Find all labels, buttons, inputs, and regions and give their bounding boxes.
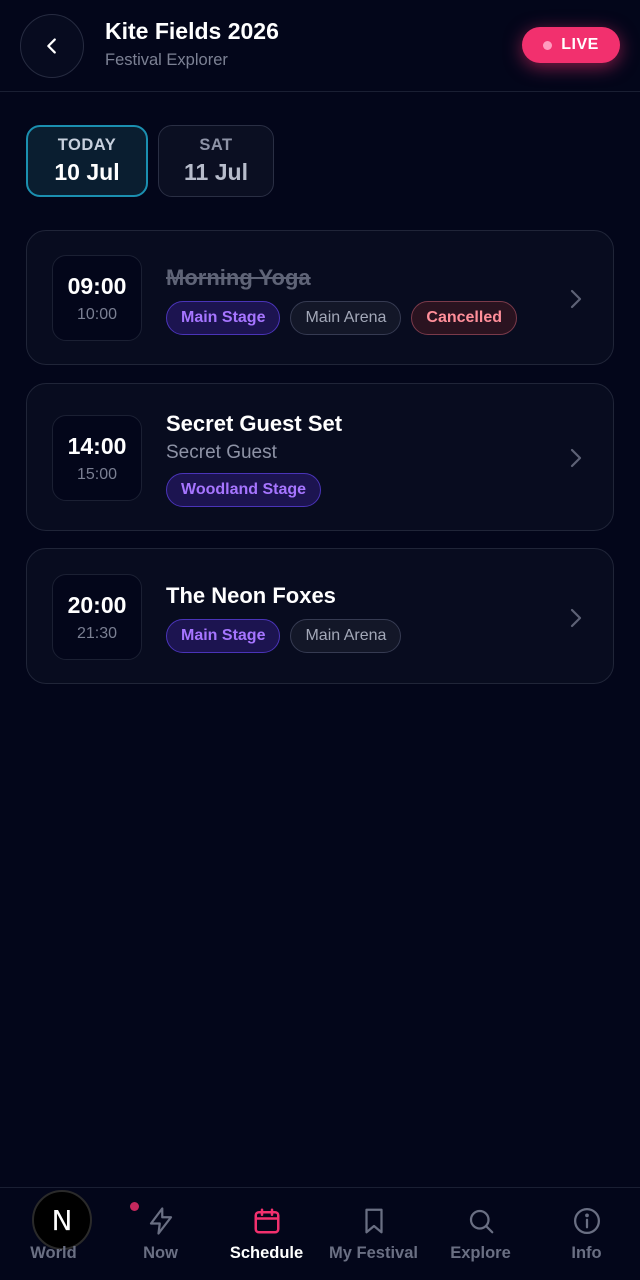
event-card[interactable]: 20:00 21:30 The Neon Foxes Main Stage Ma… xyxy=(26,548,614,684)
day-tab-sat[interactable]: SAT 11 Jul xyxy=(158,125,274,197)
page-subtitle: Festival Explorer xyxy=(105,51,228,69)
stage-tag: Woodland Stage xyxy=(166,473,322,507)
day-tab-weekday: TODAY xyxy=(57,136,117,154)
event-start-time: 09:00 xyxy=(67,272,127,299)
page-title: Kite Fields 2026 xyxy=(105,18,279,44)
venue-tag: Main Arena xyxy=(290,619,402,653)
nav-label: Info xyxy=(571,1244,602,1262)
nav-item-schedule[interactable]: Schedule xyxy=(213,1188,320,1280)
nav-item-now[interactable]: Now xyxy=(107,1188,214,1280)
bottom-nav: N World Now Schedule My Festival Explore… xyxy=(0,1187,640,1280)
stage-tag: Main Stage xyxy=(166,301,281,335)
info-icon xyxy=(573,1208,600,1234)
live-dot-icon xyxy=(543,40,553,50)
nav-item-explore[interactable]: Explore xyxy=(427,1188,534,1280)
nav-label: My Festival xyxy=(329,1244,418,1262)
event-tags: Woodland Stage xyxy=(166,473,322,507)
event-name: The Neon Foxes xyxy=(166,583,336,608)
nav-item-info[interactable]: Info xyxy=(533,1188,640,1280)
day-tab-today[interactable]: TODAY 10 Jul xyxy=(26,125,148,197)
event-card[interactable]: 14:00 15:00 Secret Guest Set Secret Gues… xyxy=(26,383,614,531)
chevron-left-icon xyxy=(47,38,56,54)
live-badge[interactable]: LIVE xyxy=(522,27,620,63)
event-card[interactable]: 09:00 10:00 Morning Yoga Main Stage Main… xyxy=(26,230,614,365)
event-name: Morning Yoga xyxy=(166,265,311,290)
live-label: LIVE xyxy=(561,36,599,53)
event-time-box: 20:00 21:30 xyxy=(52,574,142,660)
day-tab-date: 10 Jul xyxy=(54,159,120,185)
venue-tag: Main Arena xyxy=(290,301,402,335)
app-header: Kite Fields 2026 Festival Explorer LIVE xyxy=(0,0,640,92)
chevron-right-icon xyxy=(570,289,582,309)
notification-dot xyxy=(130,1202,139,1211)
event-tags: Main Stage Main Arena xyxy=(166,619,402,653)
event-end-time: 10:00 xyxy=(76,305,118,323)
chevron-right-icon xyxy=(570,608,582,628)
nav-item-my-festival[interactable]: My Festival xyxy=(320,1188,427,1280)
event-start-time: 14:00 xyxy=(67,432,127,459)
back-button[interactable] xyxy=(20,14,84,78)
event-name: Secret Guest Set xyxy=(166,411,343,436)
bookmark-icon xyxy=(364,1208,383,1234)
day-tab-weekday: SAT xyxy=(199,136,233,154)
nav-label: Schedule xyxy=(229,1244,304,1262)
event-end-time: 15:00 xyxy=(76,465,118,483)
event-end-time: 21:30 xyxy=(76,624,118,642)
nav-label: World xyxy=(30,1244,77,1262)
day-tab-date: 11 Jul xyxy=(184,159,248,185)
nav-item-world[interactable]: N World xyxy=(0,1188,107,1280)
event-start-time: 20:00 xyxy=(67,591,127,618)
nav-label: Now xyxy=(143,1244,178,1262)
status-badge: Cancelled xyxy=(411,301,517,335)
world-logo-icon: N xyxy=(32,1190,92,1250)
event-time-box: 14:00 15:00 xyxy=(52,415,142,501)
lightning-icon xyxy=(149,1207,172,1235)
stage-tag: Main Stage xyxy=(166,619,281,653)
nav-label: Explore xyxy=(450,1244,511,1262)
event-tags: Main Stage Main Arena Cancelled xyxy=(166,301,517,335)
event-artist: Secret Guest xyxy=(166,442,277,463)
calendar-icon xyxy=(254,1208,279,1234)
chevron-right-icon xyxy=(570,448,582,468)
search-icon xyxy=(469,1209,493,1234)
event-time-box: 09:00 10:00 xyxy=(52,255,142,341)
